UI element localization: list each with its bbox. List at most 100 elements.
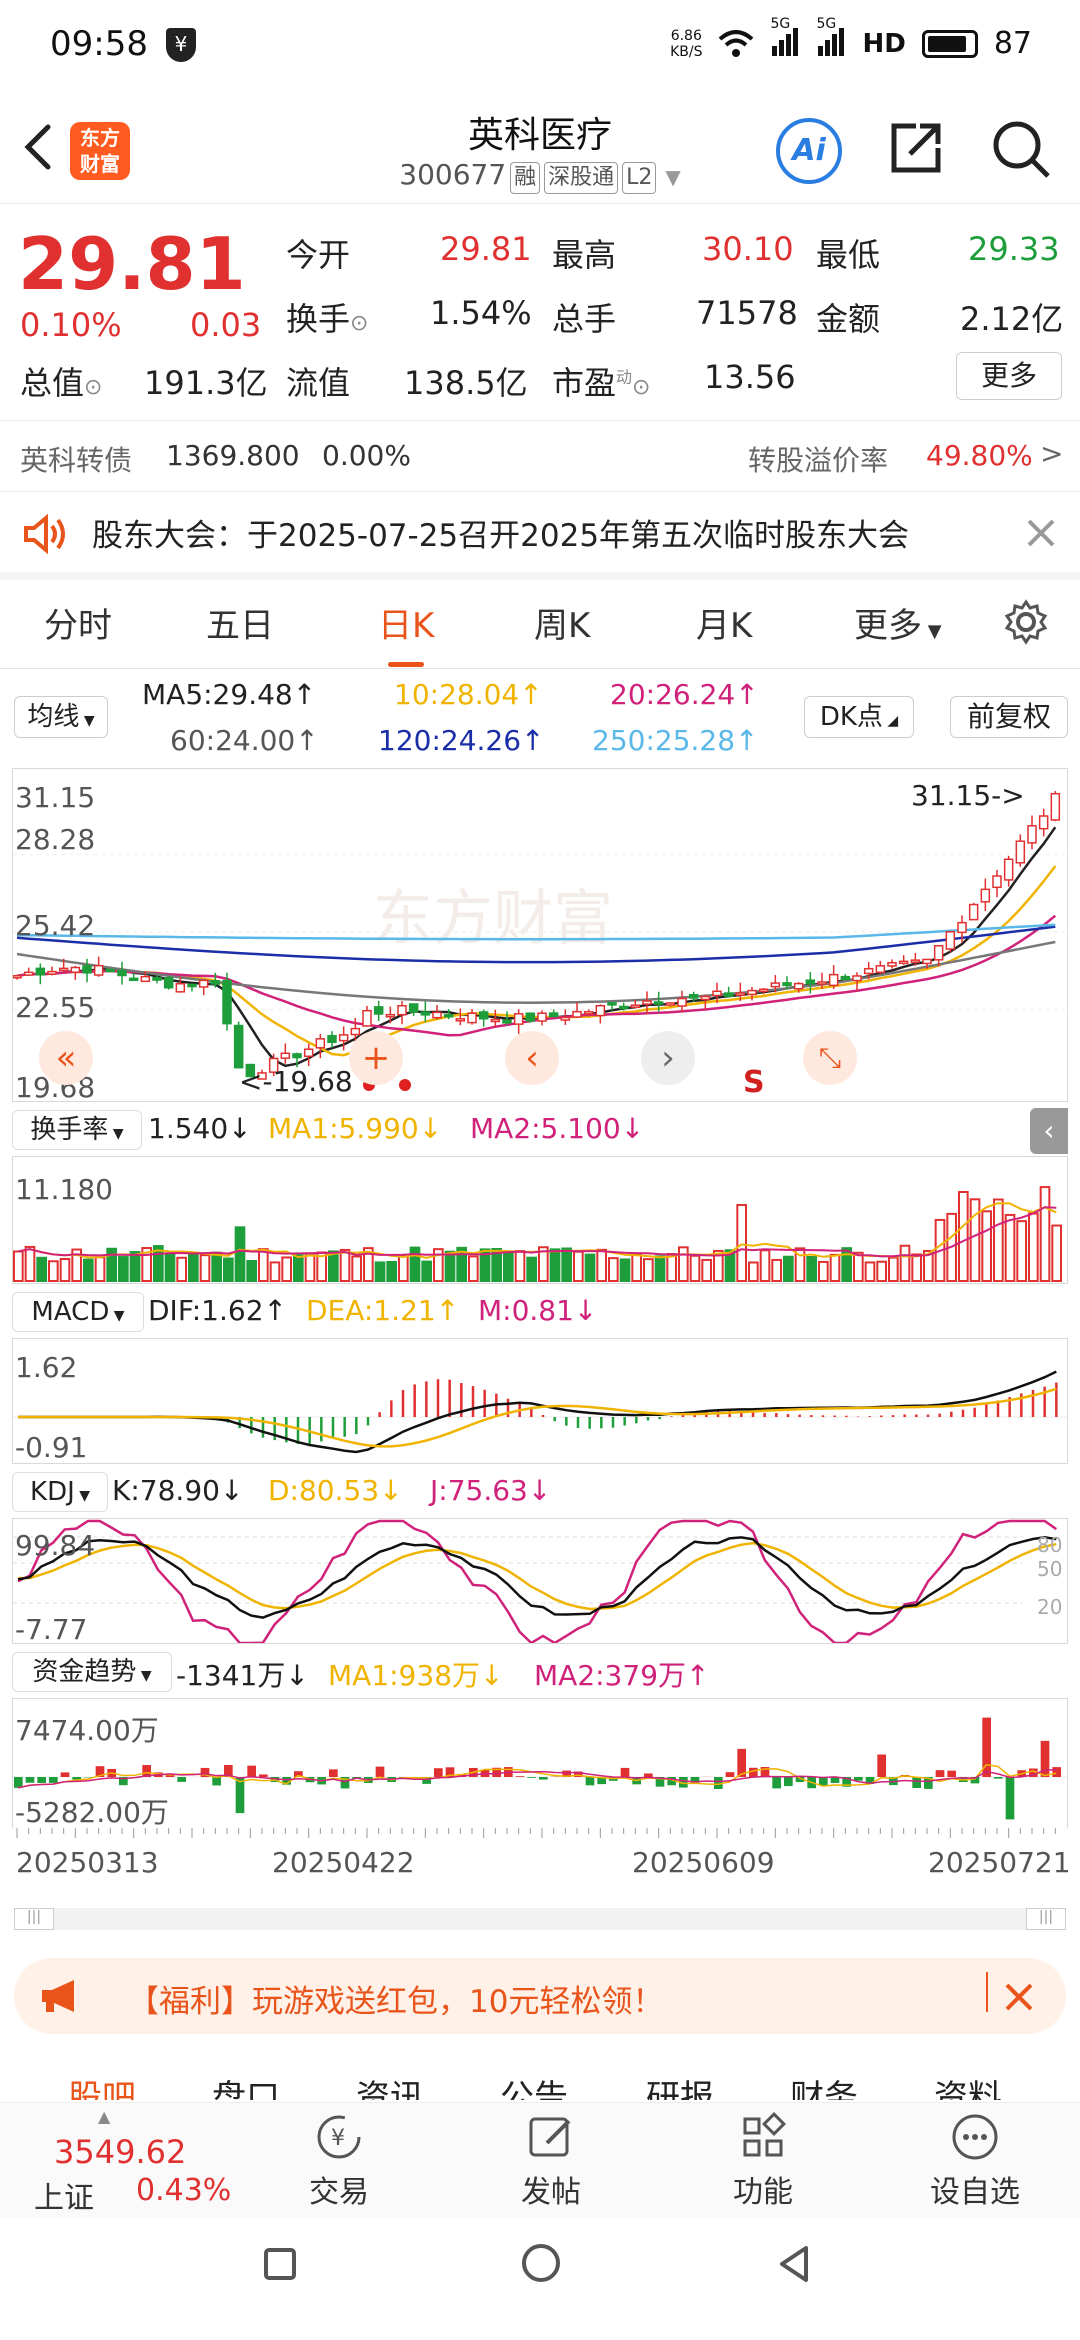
svg-text:¥: ¥ [331, 2126, 345, 2151]
turnover-selector[interactable]: 换手率 ▼ [12, 1110, 142, 1150]
candle-body [198, 979, 209, 988]
collapse-side-icon[interactable]: ‹ [1030, 1108, 1068, 1154]
candle-body [735, 992, 746, 996]
candle-body [128, 977, 139, 982]
chevron-right-icon[interactable]: › [641, 1031, 695, 1085]
tab-monthly-k[interactable]: 月K [696, 598, 752, 647]
more-button[interactable]: 更多 [956, 352, 1062, 400]
fund-bar [784, 1777, 793, 1787]
candle-body [432, 1011, 442, 1019]
candle-body [817, 981, 827, 985]
chart-scrollbar[interactable]: ||| ||| [14, 1908, 1066, 1930]
scroll-handle-right[interactable]: ||| [1026, 1908, 1066, 1930]
tab-more[interactable]: 更多 ▼ [854, 598, 942, 647]
candle-body [210, 980, 221, 985]
candle-body [502, 1019, 512, 1024]
tabbar-functions[interactable]: 功能 [703, 2111, 823, 2211]
turnover-bar [106, 1247, 118, 1282]
kline-chart[interactable]: 东方财富 31.15 28.28 25.42 22.55 19.68 31.15… [12, 768, 1068, 1102]
expand-icon[interactable]: ⤡ [803, 1031, 857, 1085]
scroll-handle-left[interactable]: ||| [14, 1908, 54, 1930]
turnover-bar [223, 1257, 234, 1282]
tabbar-trade[interactable]: ¥ 交易 [279, 2111, 399, 2211]
turnover-bar [24, 1245, 36, 1282]
tab-announcements[interactable]: 公告 [500, 2070, 568, 2100]
speaker-icon [24, 514, 65, 554]
turnover-chart[interactable]: 11.180 [12, 1156, 1068, 1284]
fund-bar [772, 1777, 781, 1789]
kdj-selector[interactable]: KDJ ▼ [12, 1472, 108, 1512]
turnover-svg [13, 1186, 1063, 1283]
fund-bar [1005, 1777, 1015, 1820]
close-icon[interactable] [1026, 518, 1056, 548]
rewind-icon[interactable]: « [39, 1031, 93, 1085]
ma-selector[interactable]: 均线 ▼ [14, 696, 108, 738]
last-price: 29.81 [18, 222, 246, 306]
tab-daily-k[interactable]: 日K [378, 598, 434, 667]
tab-research[interactable]: 研报 [646, 2070, 714, 2100]
tab-news[interactable]: 资讯 [356, 2070, 424, 2100]
candle-body [980, 888, 991, 903]
dk-button[interactable]: DK点 ◢ [804, 696, 914, 738]
high-value: 30.10 [702, 230, 794, 268]
close-icon[interactable] [1004, 1982, 1034, 2012]
candle-body [490, 1018, 501, 1023]
fund-chart[interactable]: 7474.00万 -5282.00万 [12, 1698, 1068, 1828]
notice-bar[interactable]: 股东大会：于2025-07-25召开2025年第五次临时股东大会 [0, 494, 1080, 580]
info-icon[interactable]: ⊙ [84, 375, 102, 400]
status-time: 09:58 [50, 24, 148, 64]
kdj-chart[interactable]: 99.84 -7.77 80 50 20 [12, 1518, 1068, 1644]
gear-icon[interactable] [1002, 598, 1050, 646]
macd-selector[interactable]: MACD ▼ [12, 1292, 144, 1332]
candle-body [467, 1012, 477, 1024]
adjust-button[interactable]: 前复权 [950, 696, 1068, 738]
candle-body [840, 975, 851, 981]
candle-body [933, 945, 944, 961]
convertible-bond-row[interactable]: 英科转债 1369.800 0.00% 转股溢价率 49.80% > [0, 420, 1080, 492]
search-icon[interactable] [990, 118, 1052, 180]
add-drawing-icon[interactable]: + [349, 1031, 403, 1085]
turnover-bar [118, 1256, 129, 1283]
tab-5day[interactable]: 五日 [206, 598, 274, 647]
macd-chart[interactable]: 1.62 -0.91 [12, 1338, 1068, 1464]
fund-selector[interactable]: 资金趋势 ▼ [12, 1652, 172, 1692]
banner-text: 【福利】玩游戏送红包，10元轻松领！ [128, 1984, 664, 2020]
notice-text: 股东大会：于2025-07-25召开2025年第五次临时股东大会 [92, 518, 910, 554]
turnover-y-top: 11.180 [15, 1173, 113, 1206]
promo-banner[interactable]: 【福利】玩游戏送红包，10元轻松领！ [14, 1958, 1066, 2034]
share-icon[interactable] [886, 118, 946, 178]
ma10-value: 10:28.04↑ [394, 678, 543, 711]
home-icon[interactable] [522, 2244, 560, 2282]
candle-body [968, 903, 979, 921]
candle-body [863, 967, 874, 975]
tab-finance[interactable]: 财务 [790, 2070, 858, 2100]
dropdown-triangle-icon[interactable]: ▼ [665, 165, 680, 189]
turnover-bar [841, 1247, 852, 1283]
back-icon[interactable] [776, 2244, 812, 2284]
tab-intraday[interactable]: 分时 [44, 598, 112, 647]
chevron-left-icon[interactable]: ‹ [505, 1031, 559, 1085]
turnover-bar [176, 1256, 187, 1282]
amount-value: 2.12亿 [960, 300, 1064, 338]
ai-button[interactable]: Ai [776, 118, 842, 184]
tabbar-post[interactable]: 发帖 [491, 2111, 611, 2211]
tab-pankou[interactable]: 盘口 [212, 2070, 280, 2100]
tabbar-add-watchlist[interactable]: 设自选 [915, 2111, 1035, 2211]
fund-bar [994, 1777, 1003, 1779]
fund-ma-line [17, 1769, 1057, 1789]
premium-value: 49.80% [926, 439, 1033, 472]
trade-icon: ¥ [317, 2115, 361, 2159]
recent-apps-icon[interactable] [264, 2248, 296, 2280]
candle-body [595, 1004, 606, 1017]
tab-guba[interactable]: 股吧 [68, 2070, 136, 2100]
tab-weekly-k[interactable]: 周K [534, 598, 590, 647]
info-icon[interactable]: ⊙ [632, 375, 650, 400]
pe-label: 市盈动⊙ [552, 364, 651, 402]
mktcap-value: 191.3亿 [144, 364, 268, 402]
tab-profile[interactable]: 资料 [934, 2070, 1002, 2100]
turnover-bar [246, 1260, 257, 1282]
change-value: 0.03 [190, 306, 262, 344]
index-quote[interactable]: ▲ 3549.62 上证 0.43% [20, 2107, 240, 2216]
hd-icon: HD [862, 28, 906, 59]
info-icon[interactable]: ⊙ [350, 311, 368, 336]
